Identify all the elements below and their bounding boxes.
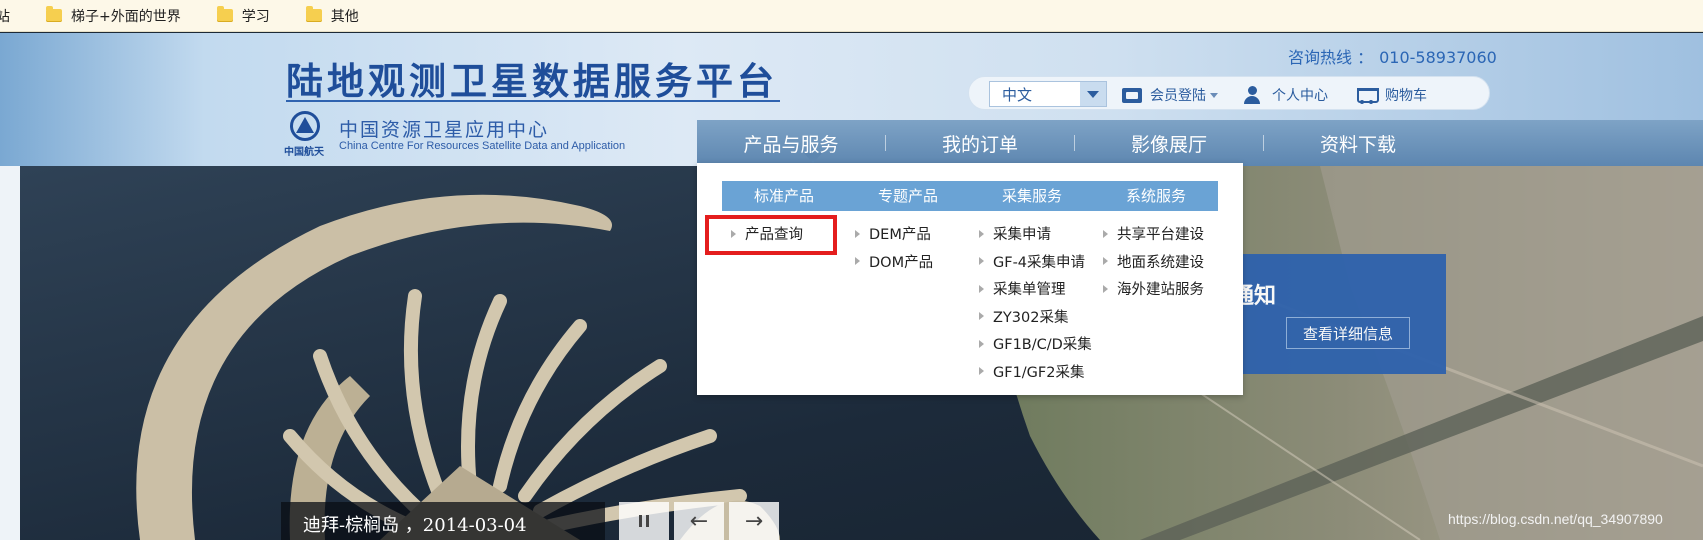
notice-panel: 通知 查看详细信息: [1232, 254, 1446, 374]
tab-system-services[interactable]: 系统服务: [1094, 181, 1218, 211]
nav-image-gallery[interactable]: 影像展厅: [1075, 130, 1263, 157]
cart-icon: [1355, 86, 1379, 104]
dropdown-column-thematic: DEM产品 DOM产品: [855, 220, 933, 275]
site-header: 陆地观测卫星数据服务平台 中国航天 中国资源卫星应用中心 China Centr…: [0, 33, 1703, 166]
tab-thematic-products[interactable]: 专题产品: [846, 181, 970, 211]
prev-slide-button[interactable]: ←: [674, 502, 724, 540]
tab-acquisition-services[interactable]: 采集服务: [970, 181, 1094, 211]
products-dropdown-menu: 标准产品 专题产品 采集服务 系统服务 产品查询 DEM产品 DOM产品 采集申…: [697, 163, 1243, 395]
language-value: 中文: [1002, 85, 1033, 104]
login-label: 会员登陆: [1150, 88, 1206, 104]
arrow-right-icon: →: [744, 508, 764, 534]
nav-active-pointer: [804, 153, 822, 163]
next-slide-button[interactable]: →: [729, 502, 779, 540]
bookmark-label: 其他: [330, 8, 359, 25]
login-link[interactable]: 会员登陆: [1122, 85, 1218, 105]
pause-icon: [639, 515, 642, 527]
view-details-button[interactable]: 查看详细信息: [1286, 317, 1410, 349]
menu-item-gf1-gf2[interactable]: GF1/GF2采集: [979, 358, 1092, 386]
tab-standard-products[interactable]: 标准产品: [722, 181, 846, 211]
menu-item-dom-product[interactable]: DOM产品: [855, 248, 933, 276]
id-card-icon: [1122, 87, 1142, 103]
arrow-left-icon: ←: [689, 508, 709, 534]
folder-icon: [216, 6, 233, 22]
slide-caption: 迪拜-棕榈岛 ，2014-03-04: [281, 502, 605, 540]
menu-item-gf1bcd[interactable]: GF1B/C/D采集: [979, 330, 1092, 358]
site-title[interactable]: 陆地观测卫星数据服务平台: [286, 51, 778, 105]
menu-item-ground-system[interactable]: 地面系统建设: [1103, 248, 1204, 276]
logo-text: 中国航天: [284, 147, 324, 158]
menu-item-dem-product[interactable]: DEM产品: [855, 220, 933, 248]
bookmark-folder-ladder[interactable]: 梯子+外面的世界: [32, 6, 181, 26]
cart-label: 购物车: [1385, 88, 1427, 104]
nav-downloads[interactable]: 资料下载: [1264, 130, 1452, 157]
dropdown-category-tabs: 标准产品 专题产品 采集服务 系统服务: [722, 181, 1218, 211]
bookmark-label: 梯子+外面的世界: [71, 8, 181, 25]
china-aerospace-logo: 中国航天: [284, 111, 328, 158]
logo-rocket-icon: [296, 117, 314, 133]
chevron-down-icon: [1080, 82, 1106, 106]
menu-item-overseas-station[interactable]: 海外建站服务: [1103, 275, 1204, 303]
menu-item-gf4-request[interactable]: GF-4采集申请: [979, 248, 1092, 276]
bookmarks-bar: 站 梯子+外面的世界 学习 其他: [0, 0, 1703, 32]
folder-icon: [46, 6, 62, 22]
user-center-label: 个人中心: [1272, 88, 1328, 104]
folder-icon: [305, 6, 322, 22]
bookmark-folder-other[interactable]: 其他: [292, 6, 359, 26]
bookmark-partial[interactable]: 站: [0, 6, 10, 26]
hotline: 咨询热线 ： 010-58937060: [1288, 44, 1497, 68]
dropdown-column-system: 共享平台建设 地面系统建设 海外建站服务: [1103, 220, 1204, 303]
center-name-en: China Centre For Resources Satellite Dat…: [339, 140, 626, 152]
highlight-annotation-box: [705, 215, 837, 255]
cart-link[interactable]: 购物车: [1355, 85, 1427, 105]
menu-item-zy302[interactable]: ZY302采集: [979, 303, 1092, 331]
hotline-number: 010-58937060: [1379, 48, 1497, 67]
menu-item-order-management[interactable]: 采集单管理: [979, 275, 1092, 303]
member-bar: 中文 会员登陆 个人中心 购物车: [968, 76, 1490, 110]
user-icon: [1244, 86, 1260, 104]
center-name-cn: 中国资源卫星应用中心: [339, 119, 550, 141]
nav-my-orders[interactable]: 我的订单: [886, 130, 1074, 157]
language-select[interactable]: 中文: [989, 81, 1107, 107]
bookmark-label: 学习: [241, 8, 270, 25]
pause-button[interactable]: [619, 502, 669, 540]
caret-down-icon: [1210, 92, 1218, 98]
main-nav: 产品与服务 我的订单 影像展厅 资料下载: [697, 120, 1703, 166]
user-center-link[interactable]: 个人中心: [1244, 85, 1328, 105]
pause-icon-bar: [646, 515, 649, 527]
csdn-watermark: https://blog.csdn.net/qq_34907890: [1448, 511, 1663, 527]
hotline-label: 咨询热线 ：: [1288, 48, 1374, 67]
bookmark-folder-study[interactable]: 学习: [203, 6, 270, 26]
menu-item-acquisition-request[interactable]: 采集申请: [979, 220, 1092, 248]
title-underline: [286, 100, 780, 102]
nav-products-services[interactable]: 产品与服务: [697, 130, 885, 157]
menu-item-shared-platform[interactable]: 共享平台建设: [1103, 220, 1204, 248]
dropdown-column-acquisition: 采集申请 GF-4采集申请 采集单管理 ZY302采集 GF1B/C/D采集 G…: [979, 220, 1092, 385]
page-left-gutter: [0, 166, 20, 540]
